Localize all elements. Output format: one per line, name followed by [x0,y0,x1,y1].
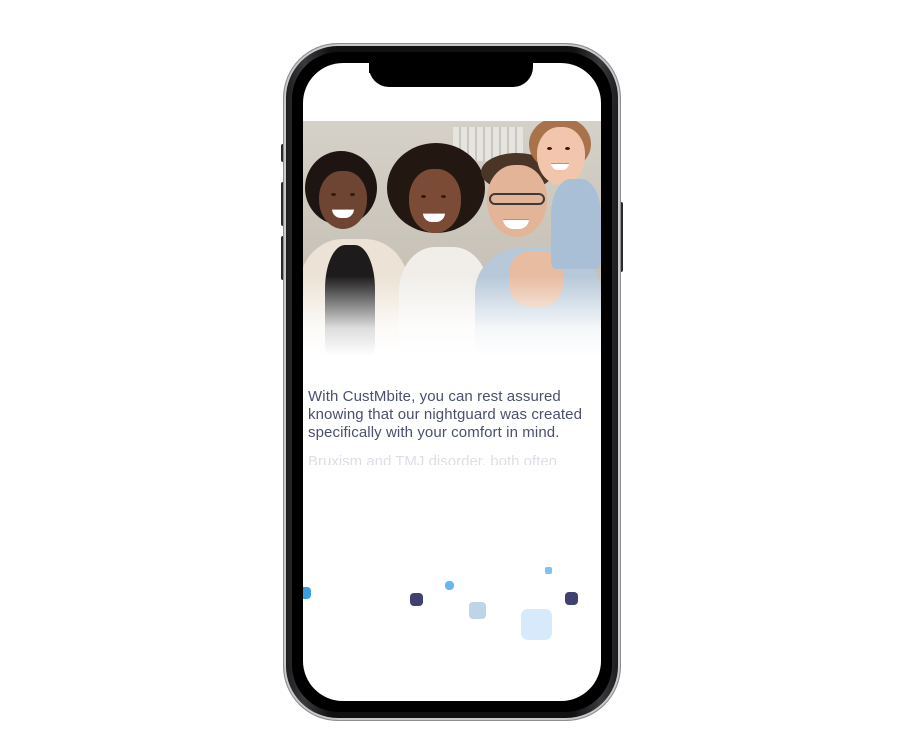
main-paragraph: With CustMbite, you can rest assured kno… [308,388,583,441]
faded-paragraph: Bruxism and TMJ disorder, both often [308,453,558,465]
decor-square-light [469,602,486,619]
decor-square-navy-right [565,592,578,605]
decor-square-small-blue [445,581,454,590]
decor-square-tiny [545,567,552,574]
decor-square-blue [303,587,311,599]
glasses-icon [489,193,545,205]
photo-fade [303,276,601,356]
decor-square-pale [521,609,552,640]
family-photo [303,121,601,356]
phone-screen: With CustMbite, you can rest assured kno… [303,63,601,701]
phone-notch [369,55,533,87]
decor-square-navy [410,593,423,606]
stage: With CustMbite, you can rest assured kno… [0,0,900,750]
